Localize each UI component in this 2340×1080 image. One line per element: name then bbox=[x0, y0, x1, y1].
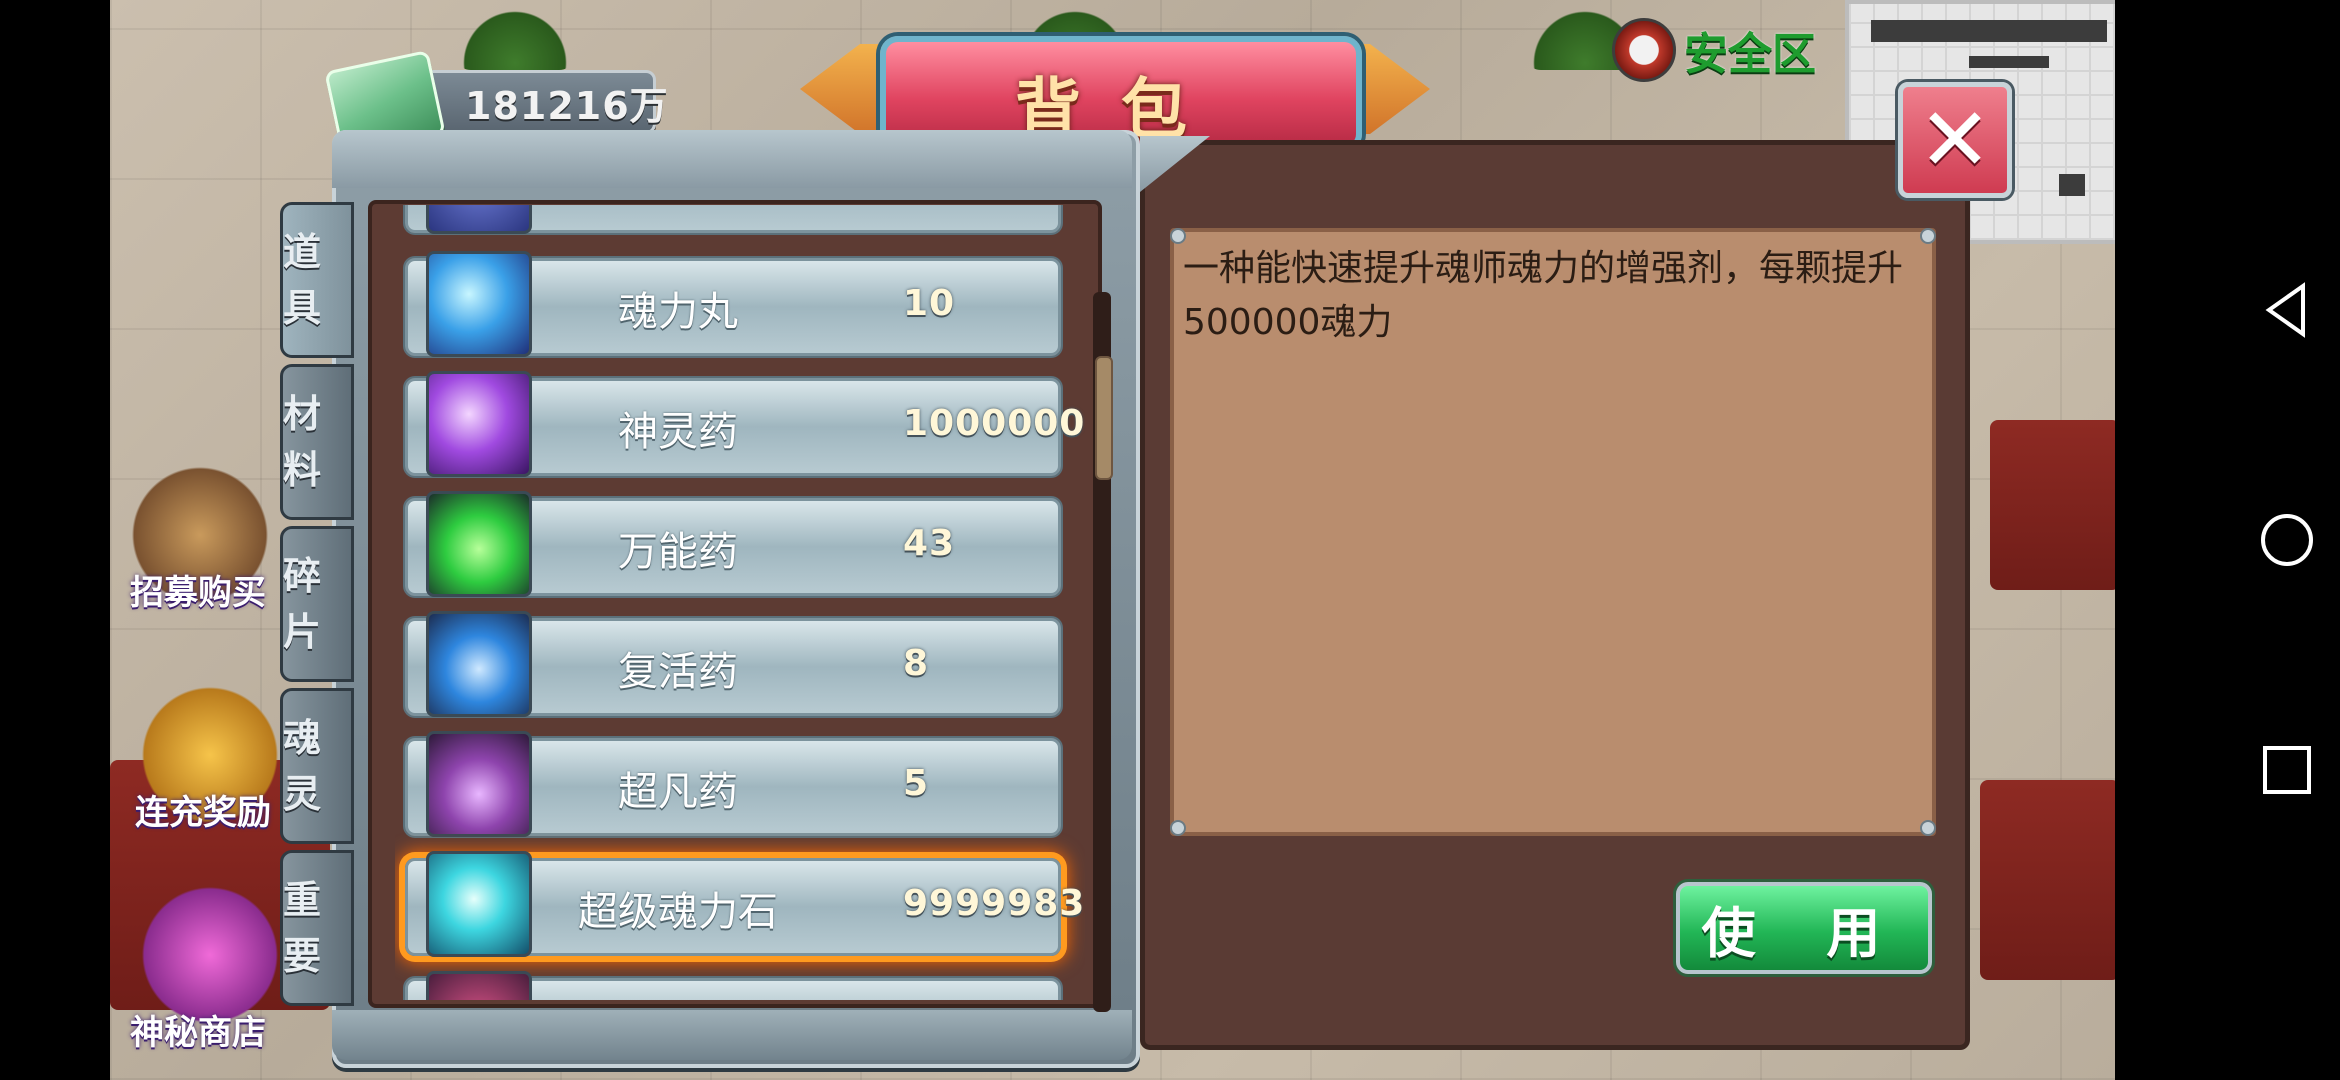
capsule-purple-icon bbox=[426, 371, 532, 477]
frame-top-rail bbox=[332, 130, 1132, 188]
tab-important[interactable]: 重要 bbox=[280, 850, 354, 1006]
background-wall bbox=[1990, 420, 2115, 590]
item-name: 魂力丸 bbox=[618, 289, 738, 335]
home-nav-icon[interactable] bbox=[2255, 508, 2319, 572]
item-count: 10 bbox=[903, 283, 956, 324]
minimap-block bbox=[2059, 174, 2085, 196]
tab-label: 道具 bbox=[283, 230, 322, 330]
rivet bbox=[1170, 820, 1186, 836]
green-potion-icon bbox=[426, 491, 532, 597]
item-count: 99999830 bbox=[903, 883, 1085, 924]
list-item[interactable]: 魂力丸 10 bbox=[405, 251, 1061, 357]
list-item[interactable]: 复活药 8 bbox=[405, 611, 1061, 717]
frame-bottom-rail bbox=[332, 1010, 1132, 1060]
back-nav-icon[interactable] bbox=[2255, 278, 2319, 342]
capsule-blue-icon bbox=[426, 251, 532, 357]
item-description: 一种能快速提升魂师魂力的增强剂，每颗提升500000魂力 bbox=[1183, 248, 1904, 343]
item-name: 超凡药 bbox=[618, 769, 738, 815]
item-count: 43 bbox=[903, 523, 956, 564]
background-wall bbox=[1980, 780, 2115, 980]
item-count: 5 bbox=[903, 763, 930, 804]
tab-label: 材料 bbox=[283, 392, 322, 492]
item-name: 复活药 bbox=[618, 649, 738, 695]
minimap-block bbox=[1969, 56, 2049, 68]
recharge-reward-label: 连充奖励 bbox=[135, 793, 271, 833]
safe-zone-indicator: 安全区 bbox=[1612, 18, 1816, 82]
list-item[interactable]: 万能药 43 bbox=[405, 491, 1061, 597]
tab-fragments[interactable]: 碎片 bbox=[280, 526, 354, 682]
money-amount: 181216万 bbox=[465, 84, 669, 128]
house-icon bbox=[1612, 18, 1676, 82]
rivet bbox=[1920, 820, 1936, 836]
use-button-label: 使 用 bbox=[1701, 901, 1907, 965]
tab-label: 魂灵 bbox=[283, 716, 322, 816]
rivet bbox=[1920, 228, 1936, 244]
item-count: 10000008 bbox=[903, 403, 1085, 444]
close-icon: ✕ bbox=[1918, 88, 1992, 191]
tab-soul-spirits[interactable]: 魂灵 bbox=[280, 688, 354, 844]
list-item-partial[interactable] bbox=[405, 971, 1061, 1000]
crystal-icon bbox=[426, 851, 532, 957]
use-button[interactable]: 使 用 bbox=[1676, 882, 1932, 974]
recruit-label: 招募购买 bbox=[130, 573, 266, 613]
tab-label: 重要 bbox=[283, 878, 322, 978]
item-icon bbox=[426, 971, 532, 1000]
plant-decoration bbox=[460, 0, 570, 70]
list-item-partial[interactable] bbox=[405, 205, 1061, 234]
safe-zone-label: 安全区 bbox=[1684, 29, 1816, 80]
purple-gourd-icon bbox=[426, 731, 532, 837]
item-count: 8 bbox=[903, 643, 930, 684]
list-item-selected[interactable]: 超级魂力石 99999830 bbox=[405, 851, 1085, 957]
scroll-thumb[interactable] bbox=[1095, 356, 1113, 480]
item-icon bbox=[426, 205, 532, 234]
tab-label: 碎片 bbox=[283, 554, 322, 654]
list-item[interactable]: 神灵药 10000008 bbox=[405, 371, 1085, 477]
close-button[interactable]: ✕ bbox=[1898, 82, 2012, 198]
item-name: 超级魂力石 bbox=[578, 889, 778, 935]
item-name: 神灵药 bbox=[618, 409, 738, 455]
tab-materials[interactable]: 材料 bbox=[280, 364, 354, 520]
item-name: 万能药 bbox=[618, 529, 738, 575]
mystery-shop-label: 神秘商店 bbox=[130, 1013, 266, 1053]
list-item[interactable]: 超凡药 5 bbox=[405, 731, 1061, 837]
recent-apps-nav-icon[interactable] bbox=[2255, 738, 2319, 802]
inventory-list[interactable]: 魂力丸 10 神灵药 10000008 万能药 43 复活药 8 超凡药 5 超… bbox=[395, 205, 1085, 1000]
minimap-block bbox=[1871, 20, 2107, 42]
tab-items[interactable]: 道具 bbox=[280, 202, 354, 358]
winged-potion-icon bbox=[426, 611, 532, 717]
